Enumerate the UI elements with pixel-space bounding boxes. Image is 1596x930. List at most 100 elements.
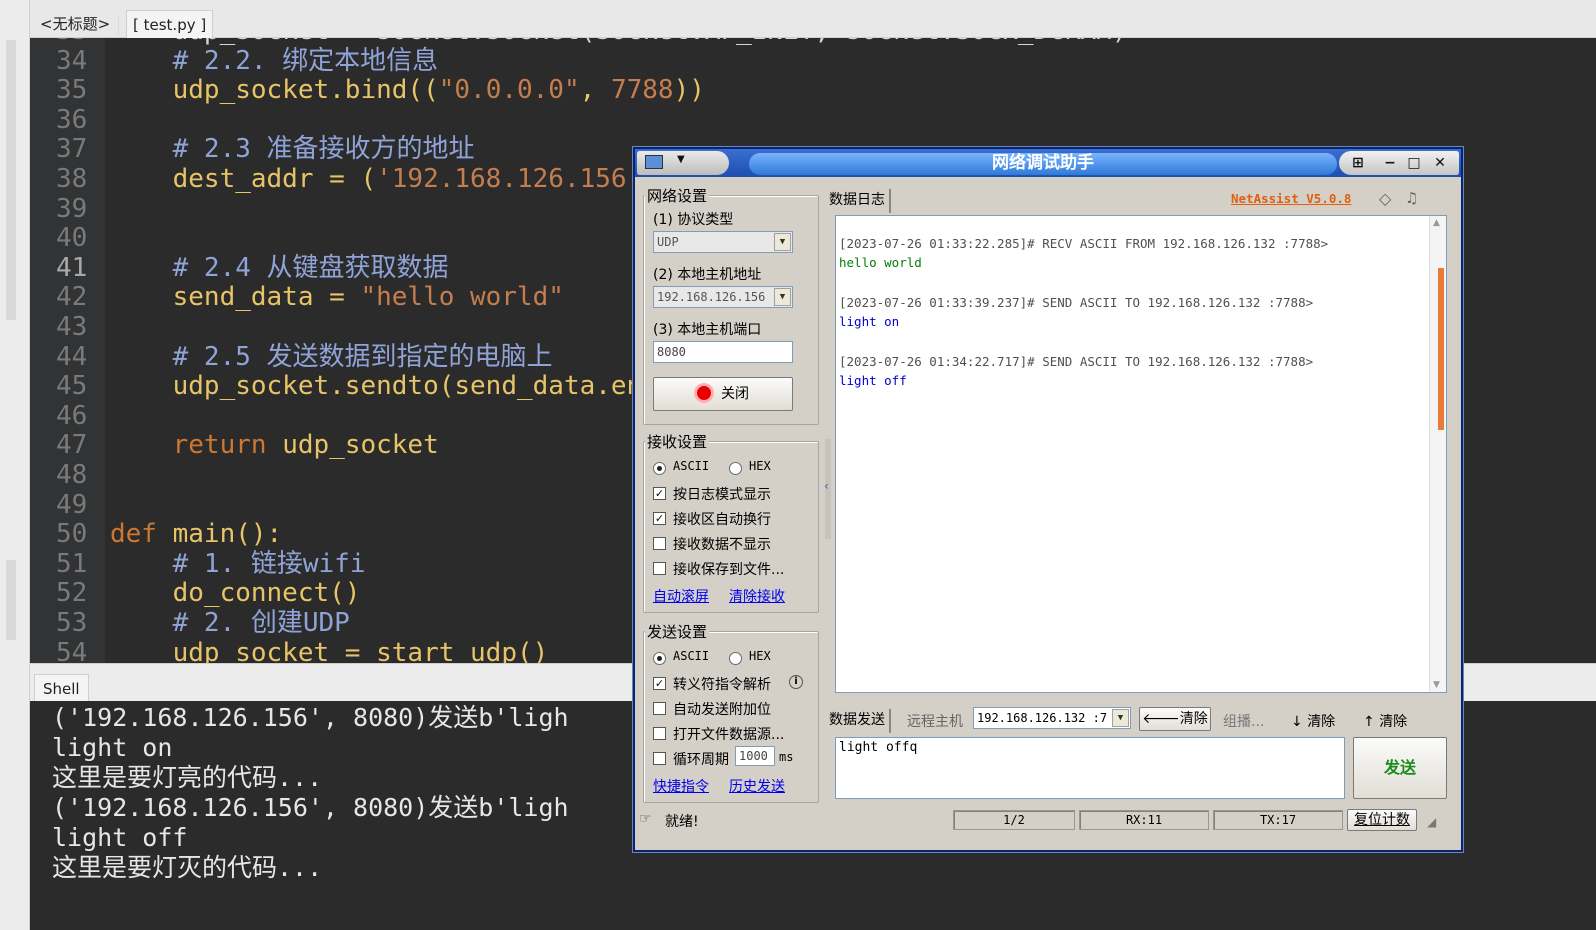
recv-hex-radio[interactable] — [729, 462, 742, 475]
send-text-input[interactable]: light offq — [835, 737, 1345, 799]
status-rx: RX:11 — [1079, 810, 1209, 830]
scroll-thumb[interactable] — [1438, 268, 1444, 430]
pin-icon[interactable]: ⊞ — [1347, 152, 1369, 174]
send-opt2-checkbox[interactable] — [653, 702, 666, 715]
tab-untitled[interactable]: <无标题> — [34, 10, 116, 38]
quick-command-link[interactable]: 快捷指令 — [653, 776, 709, 796]
line-number: 52 — [56, 578, 88, 609]
code-token: do_connect() — [110, 578, 361, 609]
host-select[interactable]: 192.168.126.156 ▼ — [653, 286, 793, 308]
shell-output-line: 这里是要灯灭的代码... — [52, 853, 323, 882]
line-number: 39 — [56, 193, 88, 224]
chevron-down-icon: ▼ — [774, 288, 791, 306]
bell-icon[interactable]: ♫ — [1405, 189, 1418, 207]
log-entry-header: [2023-07-26 01:34:22.717]# SEND ASCII TO… — [839, 354, 1314, 369]
remote-host-select[interactable]: 192.168.126.132 :7 ▼ — [973, 707, 1131, 729]
arrow-down-left-icon: ↓ — [1291, 714, 1303, 730]
code-text: send_data = "hello world" — [110, 282, 564, 312]
line-number: 46 — [56, 400, 88, 431]
code-text: # 2.5 发送数据到指定的电脑上 — [110, 342, 553, 372]
multicast-label[interactable]: 组播... — [1223, 711, 1264, 731]
send-ascii-label: ASCII — [673, 649, 710, 663]
minimize-icon[interactable]: − — [1379, 152, 1401, 174]
send-hex-label: HEX — [749, 649, 771, 663]
line-number: 44 — [56, 341, 88, 372]
netassist-brand-link[interactable]: NetAssist V5.0.8 — [1231, 191, 1351, 206]
red-light-icon — [697, 386, 711, 400]
chevron-left-icon: ‹ — [824, 479, 829, 493]
code-token: # 2.5 发送数据到指定的电脑上 — [110, 341, 553, 372]
receive-log-area[interactable]: ▲ ▼ [2023-07-26 01:33:22.285]# RECV ASCI… — [835, 215, 1447, 693]
clear-remote-button[interactable]: 🡐清除 — [1139, 707, 1211, 731]
log-scrollbar[interactable]: ▲ ▼ — [1429, 216, 1446, 692]
close-icon[interactable]: ✕ — [1429, 152, 1451, 174]
clear-send-button[interactable]: ↓ 清除 — [1291, 711, 1335, 731]
tab-separator — [118, 14, 119, 36]
maximize-icon[interactable]: □ — [1403, 152, 1425, 174]
recv-settings-title: 接收设置 — [645, 431, 710, 452]
net-settings-title: 网络设置 — [645, 185, 710, 206]
period-input[interactable]: 1000 — [735, 746, 775, 766]
code-text: # 2.2. 绑定本地信息 — [110, 46, 439, 76]
resize-grip-icon[interactable]: ◢ — [1427, 815, 1436, 829]
code-text: # 1. 链接wifi — [110, 549, 366, 579]
clear-all-label: 清除 — [1379, 714, 1408, 730]
chevron-up-icon: ▲ — [1433, 218, 1440, 228]
line-number: 47 — [56, 430, 88, 461]
send-ascii-radio[interactable] — [653, 652, 666, 665]
line-number: 50 — [56, 519, 88, 550]
diamond-icon[interactable]: ◇ — [1379, 189, 1391, 208]
line-number: 36 — [56, 104, 88, 135]
port-input[interactable]: 8080 — [653, 341, 793, 363]
recv-opt1-checkbox[interactable]: ✓ — [653, 487, 666, 500]
recv-opt3-checkbox[interactable] — [653, 537, 666, 550]
recv-opt2-label: 接收区自动换行 — [673, 512, 771, 528]
send-opt4-checkbox[interactable] — [653, 752, 666, 765]
info-icon[interactable]: i — [789, 675, 803, 689]
clear-all-button[interactable]: ↑ 清除 — [1363, 711, 1407, 731]
shell-output-line: light on — [52, 733, 173, 762]
tab-data-log[interactable]: 数据日志 — [825, 189, 891, 213]
code-text: def main(): — [110, 519, 282, 549]
code-token: # 2.3 准备接收方的地址 — [110, 134, 475, 165]
line-number: 42 — [56, 282, 88, 313]
recv-opt2-checkbox[interactable]: ✓ — [653, 512, 666, 525]
send-button[interactable]: 发送 — [1353, 737, 1447, 799]
screen: <无标题> [ test.py ] 33 udp_socket = socket… — [0, 0, 1596, 930]
line-number: 43 — [56, 312, 88, 342]
title-bar[interactable]: ▼ 网络调试助手 ⊞ − □ ✕ — [635, 149, 1461, 177]
chevron-down-icon: ▼ — [1112, 709, 1129, 727]
send-opt1-checkbox[interactable]: ✓ — [653, 677, 666, 690]
log-entry-body: light on — [839, 314, 900, 329]
log-entry-body: light off — [839, 373, 907, 388]
send-opt3-checkbox[interactable] — [653, 727, 666, 740]
code-token: def — [110, 519, 157, 550]
code-token: udp_socket — [266, 430, 439, 461]
system-menu-button[interactable]: ▼ — [637, 151, 729, 175]
tab-shell[interactable]: Shell — [34, 674, 89, 702]
reset-count-button[interactable]: 复位计数 — [1347, 809, 1417, 831]
left-panel-strip — [0, 0, 30, 930]
code-token: main(): — [156, 519, 283, 550]
send-opt3-label: 打开文件数据源... — [673, 727, 785, 743]
clear-recv-link[interactable]: 清除接收 — [729, 586, 785, 606]
code-line: 36 — [30, 105, 1596, 135]
send-hex-radio[interactable] — [729, 652, 742, 665]
arrow-up-left-icon: ↑ — [1363, 714, 1375, 730]
auto-scroll-link[interactable]: 自动滚屏 — [653, 586, 709, 606]
code-text: udp_socket = start_udp() — [110, 638, 549, 663]
recv-opt4-checkbox[interactable] — [653, 562, 666, 575]
line-number: 41 — [56, 252, 88, 283]
window-title: 网络调试助手 — [992, 153, 1094, 173]
recv-ascii-radio[interactable] — [653, 462, 666, 475]
tab-data-send[interactable]: 数据发送 — [825, 709, 891, 733]
code-line: 34 # 2.2. 绑定本地信息 — [30, 46, 1596, 76]
clear-remote-label: 清除 — [1179, 711, 1208, 727]
close-connection-button[interactable]: 关闭 — [653, 377, 793, 411]
panel-collapse-handle[interactable]: ‹ — [824, 439, 831, 539]
shell-output-line: ('192.168.126.156', 8080)发送b'ligh — [52, 793, 569, 822]
protocol-select[interactable]: UDP ▼ — [653, 231, 793, 253]
tab-test-py[interactable]: [ test.py ] — [126, 10, 214, 38]
chevron-down-icon: ▼ — [1433, 680, 1440, 690]
send-history-link[interactable]: 历史发送 — [729, 776, 785, 796]
